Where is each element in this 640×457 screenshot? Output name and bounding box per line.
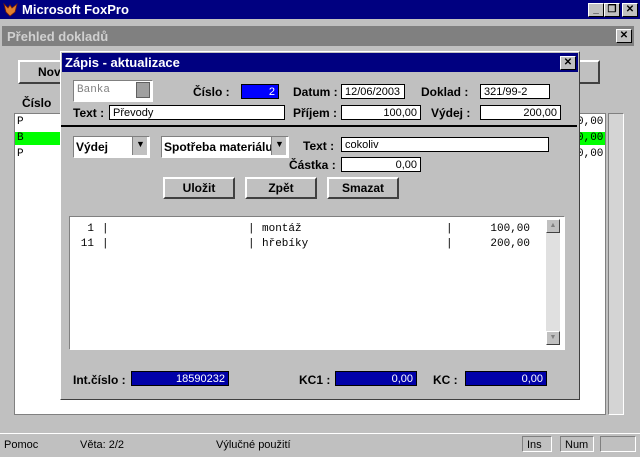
item-2-sep2: | bbox=[248, 238, 255, 250]
status-bar: Pomoc Věta: 2/2 Výlučné použití Ins Num bbox=[0, 433, 640, 457]
entry-dialog-title: Zápis - aktualizace bbox=[65, 55, 180, 70]
status-num-label: Num bbox=[565, 439, 589, 451]
datum-field[interactable]: 12/06/2003 bbox=[341, 84, 405, 99]
status-ins: Ins bbox=[522, 436, 552, 452]
status-ins-label: Ins bbox=[527, 439, 542, 451]
text-field[interactable]: Převody bbox=[109, 105, 285, 120]
list-row-2-left[interactable]: B bbox=[17, 132, 24, 144]
text2-label: Text : bbox=[303, 139, 335, 153]
cislo-label: Číslo : bbox=[193, 85, 230, 99]
back-button[interactable]: Zpět bbox=[245, 177, 317, 199]
new-button-label: Nov bbox=[38, 65, 61, 79]
entry-dialog: Zápis - aktualizace ✕ Banka Číslo : 2 Da… bbox=[60, 51, 580, 400]
entry-dialog-close-icon[interactable]: ✕ bbox=[560, 56, 576, 70]
vydej-field[interactable]: 200,00 bbox=[480, 105, 561, 120]
list-row-1-right[interactable]: 0,00 bbox=[577, 116, 603, 128]
items-scrollbar[interactable]: ▲ ▼ bbox=[546, 219, 560, 345]
list-row-3-right[interactable]: 0,00 bbox=[577, 148, 603, 160]
kind-select[interactable]: Výdej ▼ bbox=[73, 136, 150, 158]
scroll-down-icon[interactable]: ▼ bbox=[546, 331, 560, 345]
foxpro-logo-icon[interactable] bbox=[3, 2, 18, 17]
castka-label: Částka : bbox=[289, 158, 336, 172]
kc-field[interactable]: 0,00 bbox=[465, 371, 547, 386]
item-2-sep3: | bbox=[446, 238, 453, 250]
text-label: Text : bbox=[73, 106, 105, 120]
scroll-up-icon[interactable]: ▲ bbox=[546, 219, 560, 233]
kind-select-value: Výdej bbox=[76, 140, 109, 154]
new-button[interactable]: Nov bbox=[18, 60, 66, 84]
vydej-label: Výdej : bbox=[431, 106, 471, 120]
column-header-cislo: Číslo bbox=[22, 96, 52, 110]
doklad-field[interactable]: 321/99-2 bbox=[480, 84, 550, 99]
documents-window-titlebar: Přehled dokladů ✕ bbox=[2, 26, 634, 46]
save-button[interactable]: Uložit bbox=[163, 177, 235, 199]
status-record: Věta: 2/2 bbox=[80, 439, 125, 451]
status-extra bbox=[600, 436, 636, 452]
prijem-field[interactable]: 100,00 bbox=[341, 105, 421, 120]
castka-field[interactable]: 0,00 bbox=[341, 157, 421, 172]
app-titlebar: Microsoft FoxPro _ ❐ ✕ bbox=[0, 0, 640, 19]
item-2-amount[interactable]: 200,00 bbox=[470, 238, 530, 250]
item-1-sep1: | bbox=[102, 223, 109, 235]
category-select[interactable]: Spotřeba materiálu ▼ bbox=[161, 136, 289, 158]
type-select-value: Banka bbox=[77, 84, 111, 96]
back-button-label: Zpět bbox=[268, 181, 294, 195]
entry-dialog-titlebar: Zápis - aktualizace ✕ bbox=[62, 53, 578, 72]
category-select-value: Spotřeba materiálu bbox=[164, 140, 273, 154]
cislo-field[interactable]: 2 bbox=[241, 84, 279, 99]
minimize-icon[interactable]: _ bbox=[588, 3, 604, 17]
kc1-label: KC1 : bbox=[299, 373, 331, 387]
item-1-sep2: | bbox=[248, 223, 255, 235]
restore-icon[interactable]: ❐ bbox=[604, 3, 620, 17]
category-select-button[interactable]: ▼ bbox=[271, 137, 286, 155]
delete-button[interactable]: Smazat bbox=[327, 177, 399, 199]
item-1-num[interactable]: 1 bbox=[76, 223, 94, 235]
items-list[interactable]: 1 | | montáž | 100,00 11 | | hřebíky | 2… bbox=[69, 216, 565, 350]
text2-field[interactable]: cokoliv bbox=[341, 137, 549, 152]
item-2-sep1: | bbox=[102, 238, 109, 250]
item-2-text[interactable]: hřebíky bbox=[262, 238, 308, 250]
category-chevron-down-icon: ▼ bbox=[275, 139, 284, 149]
kind-select-button[interactable]: ▼ bbox=[132, 137, 147, 155]
documents-scrollbar[interactable] bbox=[608, 113, 624, 415]
list-row-3-left[interactable]: P bbox=[17, 148, 24, 160]
status-num: Num bbox=[560, 436, 594, 452]
list-row-2-right[interactable]: 0,00 bbox=[577, 132, 603, 144]
item-2-num[interactable]: 11 bbox=[76, 238, 94, 250]
close-icon[interactable]: ✕ bbox=[622, 3, 638, 17]
item-1-sep3: | bbox=[446, 223, 453, 235]
documents-window-title: Přehled dokladů bbox=[7, 29, 109, 44]
item-1-amount[interactable]: 100,00 bbox=[470, 223, 530, 235]
list-row-1-left[interactable]: P bbox=[17, 116, 24, 128]
delete-button-label: Smazat bbox=[341, 181, 385, 195]
intcislo-field[interactable]: 18590232 bbox=[131, 371, 229, 386]
kind-chevron-down-icon: ▼ bbox=[136, 139, 145, 149]
kc-label: KC : bbox=[433, 373, 458, 387]
type-select[interactable]: Banka bbox=[73, 80, 153, 102]
type-select-button[interactable] bbox=[136, 82, 150, 98]
kc1-field[interactable]: 0,00 bbox=[335, 371, 417, 386]
app-title: Microsoft FoxPro bbox=[22, 2, 129, 17]
intcislo-label: Int.číslo : bbox=[73, 373, 126, 387]
documents-close-icon[interactable]: ✕ bbox=[616, 29, 632, 43]
doklad-label: Doklad : bbox=[421, 85, 469, 99]
status-help: Pomoc bbox=[4, 439, 39, 451]
status-mode: Výlučné použití bbox=[216, 439, 291, 451]
item-1-text[interactable]: montáž bbox=[262, 223, 302, 235]
divider bbox=[61, 125, 577, 127]
prijem-label: Příjem : bbox=[293, 106, 338, 120]
save-button-label: Uložit bbox=[182, 181, 216, 195]
datum-label: Datum : bbox=[293, 85, 338, 99]
